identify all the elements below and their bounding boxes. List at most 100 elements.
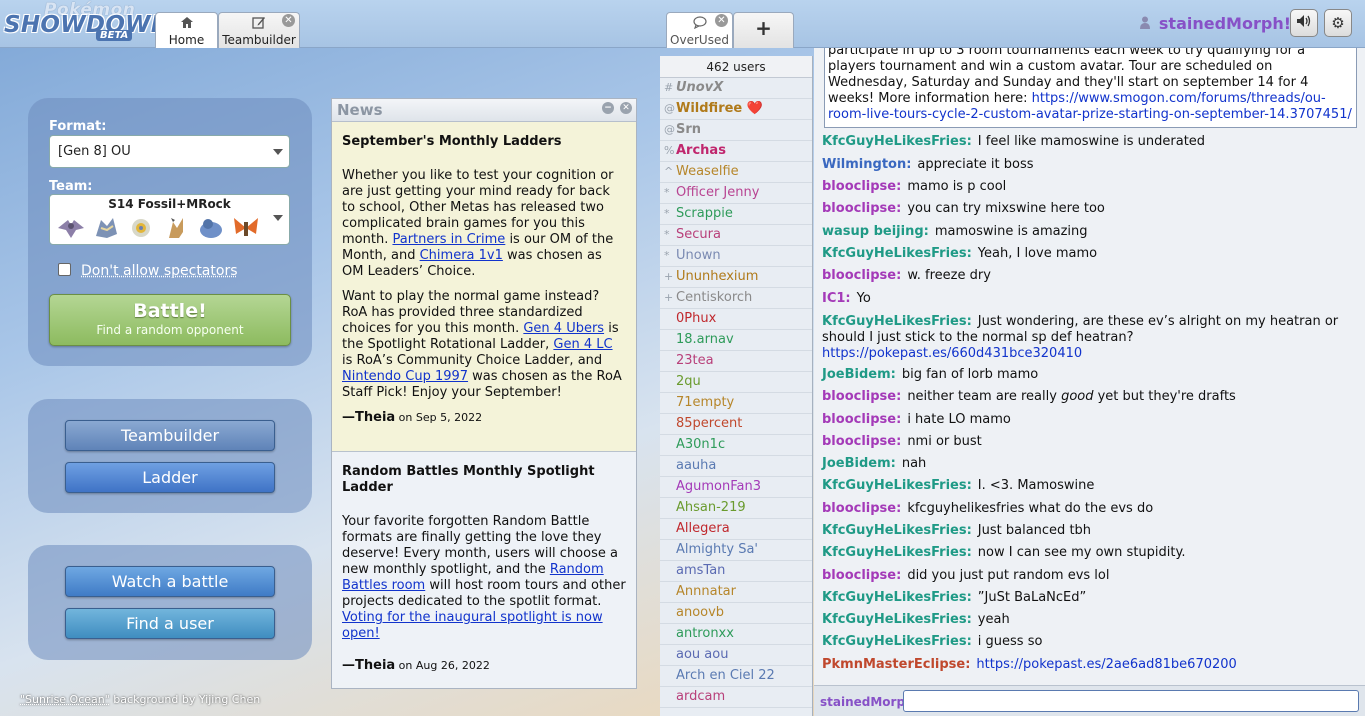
user-list-item[interactable]: A30n1c xyxy=(660,435,812,456)
user-list-item[interactable]: antronxx xyxy=(660,624,812,645)
chat-message-author[interactable]: KfcGuyHeLikesFries: xyxy=(822,134,972,149)
user-list-item[interactable]: Allegera xyxy=(660,519,812,540)
chat-message-link[interactable]: https://pokepast.es/2ae6ad81be670200 xyxy=(976,657,1236,672)
user-list-item[interactable]: % Archas xyxy=(660,141,812,162)
minimize-icon[interactable]: − xyxy=(602,102,614,114)
user-list-item[interactable]: Arch en Ciel 22 xyxy=(660,666,812,687)
tab-overused[interactable]: OverUsed ✕ xyxy=(666,12,733,48)
close-icon[interactable]: ✕ xyxy=(282,14,295,27)
chat-message-author[interactable]: blooclipse: xyxy=(822,434,901,449)
chat-message-author[interactable]: blooclipse: xyxy=(822,268,901,283)
battle-button[interactable]: Battle! Find a random opponent xyxy=(49,294,291,346)
user-list-item[interactable]: + Ununhexium xyxy=(660,267,812,288)
spectators-checkbox-row[interactable]: Don't allow spectators xyxy=(58,263,238,279)
news-link[interactable]: Gen 4 LC xyxy=(553,337,612,352)
watch-battle-button[interactable]: Watch a battle xyxy=(65,566,275,597)
user-list-item[interactable]: + Centiskorch xyxy=(660,288,812,309)
chat-message-link[interactable]: https://pokepast.es/660d431bce320410 xyxy=(822,346,1082,361)
news-link[interactable]: Voting for the inaugural spotlight is no… xyxy=(342,610,603,641)
user-list-item[interactable]: 18.arnav xyxy=(660,330,812,351)
ladder-button[interactable]: Ladder xyxy=(65,462,275,493)
user-list-item[interactable]: * Unown xyxy=(660,246,812,267)
news-link[interactable]: Nintendo Cup 1997 xyxy=(342,369,468,384)
chat-message-author[interactable]: IC1: xyxy=(822,291,851,306)
tab-teambuilder[interactable]: Teambuilder ✕ xyxy=(218,12,300,48)
settings-button[interactable]: ⚙ xyxy=(1324,9,1352,37)
chat-message-author[interactable]: KfcGuyHeLikesFries: xyxy=(822,545,972,560)
user-list-name: Allegera xyxy=(676,521,730,536)
chat-message-input[interactable] xyxy=(903,690,1359,712)
chat-message-author[interactable]: KfcGuyHeLikesFries: xyxy=(822,523,972,538)
user-icon xyxy=(1140,16,1155,33)
chat-message-author[interactable]: PkmnMasterEclipse: xyxy=(822,657,970,672)
chat-message: blooclipse: mamo is p cool xyxy=(822,179,1357,195)
showdown-logo[interactable]: Pokémon SHOWDOWN BETA xyxy=(4,0,170,44)
chat-message-author[interactable]: wasup beijing: xyxy=(822,224,929,239)
user-list-item[interactable]: @Wildfiree ❤️ xyxy=(660,99,812,120)
chat-message-author[interactable]: blooclipse: xyxy=(822,501,901,516)
spectators-checkbox[interactable] xyxy=(58,263,71,276)
chat-message-author[interactable]: KfcGuyHeLikesFries: xyxy=(822,478,972,493)
room-announcement: participate in up to 3 room tournaments … xyxy=(824,48,1357,128)
user-list-item[interactable]: Ahsan-219 xyxy=(660,498,812,519)
team-select[interactable]: S14 Fossil+MRock xyxy=(49,194,290,245)
chat-message-author[interactable]: KfcGuyHeLikesFries: xyxy=(822,314,972,329)
user-list-name: Archas xyxy=(676,143,726,158)
user-list-item[interactable]: Annnatar xyxy=(660,582,812,603)
user-list-item[interactable]: amsTan xyxy=(660,561,812,582)
format-select[interactable]: [Gen 8] OU xyxy=(49,135,290,168)
user-rank-symbol: ^ xyxy=(664,165,674,178)
user-list-item[interactable]: aou aou xyxy=(660,645,812,666)
chat-message-author[interactable]: JoeBidem: xyxy=(822,456,896,471)
chat-message-author[interactable]: blooclipse: xyxy=(822,568,901,583)
tab-home[interactable]: Home xyxy=(155,12,218,48)
chat-message-author[interactable]: blooclipse: xyxy=(822,412,901,427)
user-rank-symbol: + xyxy=(664,291,674,304)
close-icon[interactable]: ✕ xyxy=(620,102,632,114)
user-menu[interactable]: stainedMorph! xyxy=(1140,14,1291,33)
chat-message-author[interactable]: KfcGuyHeLikesFries: xyxy=(822,612,972,627)
chat-message-author[interactable]: blooclipse: xyxy=(822,389,901,404)
chat-message-author[interactable]: blooclipse: xyxy=(822,179,901,194)
news-link[interactable]: Gen 4 Ubers xyxy=(523,321,604,336)
user-list-item[interactable]: * Secura xyxy=(660,225,812,246)
chat-message-author[interactable]: KfcGuyHeLikesFries: xyxy=(822,634,972,649)
user-list-item[interactable]: 0Phux xyxy=(660,309,812,330)
chat-message-author[interactable]: KfcGuyHeLikesFries: xyxy=(822,246,972,261)
chat-message-text: now I can see my own stupidity. xyxy=(977,545,1186,560)
chat-message-author[interactable]: KfcGuyHeLikesFries: xyxy=(822,590,972,605)
user-list-item[interactable]: * Scrappie xyxy=(660,204,812,225)
chat-message: wasup beijing: mamoswine is amazing xyxy=(822,224,1357,240)
user-list-name: antronxx xyxy=(676,626,734,641)
user-list-item[interactable]: Almighty Sa' xyxy=(660,540,812,561)
news-title: News xyxy=(337,101,383,119)
background-credit-link[interactable]: "Sunrise Ocean" xyxy=(20,693,110,706)
user-list-item[interactable]: # UnovX xyxy=(660,78,812,99)
user-list-item[interactable]: 71empty xyxy=(660,393,812,414)
user-list-item[interactable]: anoovb xyxy=(660,603,812,624)
close-icon[interactable]: ✕ xyxy=(715,14,728,27)
news-item-heading: September's Monthly Ladders xyxy=(342,134,562,149)
find-user-button[interactable]: Find a user xyxy=(65,608,275,639)
user-list-item[interactable]: ardcam xyxy=(660,687,812,708)
user-list-item[interactable]: 2qu xyxy=(660,372,812,393)
news-link[interactable]: Chimera 1v1 xyxy=(420,248,503,263)
user-list-item[interactable]: 85percent xyxy=(660,414,812,435)
news-link[interactable]: Partners in Crime xyxy=(392,232,505,247)
new-tab-button[interactable]: + xyxy=(733,12,794,48)
user-list-item[interactable]: * Officer Jenny xyxy=(660,183,812,204)
news-item-heading: Random Battles Monthly Spotlight Ladder xyxy=(342,464,595,495)
chat-message-author[interactable]: Wilmington: xyxy=(822,157,911,172)
user-list-item[interactable]: ^ Weaselfie xyxy=(660,162,812,183)
chevron-down-icon xyxy=(273,149,283,155)
aerodactyl-icon xyxy=(58,220,84,238)
user-list-item[interactable]: aauha xyxy=(660,456,812,477)
chat-message-author[interactable]: blooclipse: xyxy=(822,201,901,216)
user-list-item[interactable]: AgumonFan3 xyxy=(660,477,812,498)
user-list-item[interactable]: 23tea xyxy=(660,351,812,372)
user-list-item[interactable]: @Srn xyxy=(660,120,812,141)
sound-button[interactable] xyxy=(1290,9,1318,37)
teambuilder-button[interactable]: Teambuilder xyxy=(65,420,275,451)
chat-message-author[interactable]: JoeBidem: xyxy=(822,367,896,382)
chat-message-text: appreciate it boss xyxy=(917,157,1034,172)
